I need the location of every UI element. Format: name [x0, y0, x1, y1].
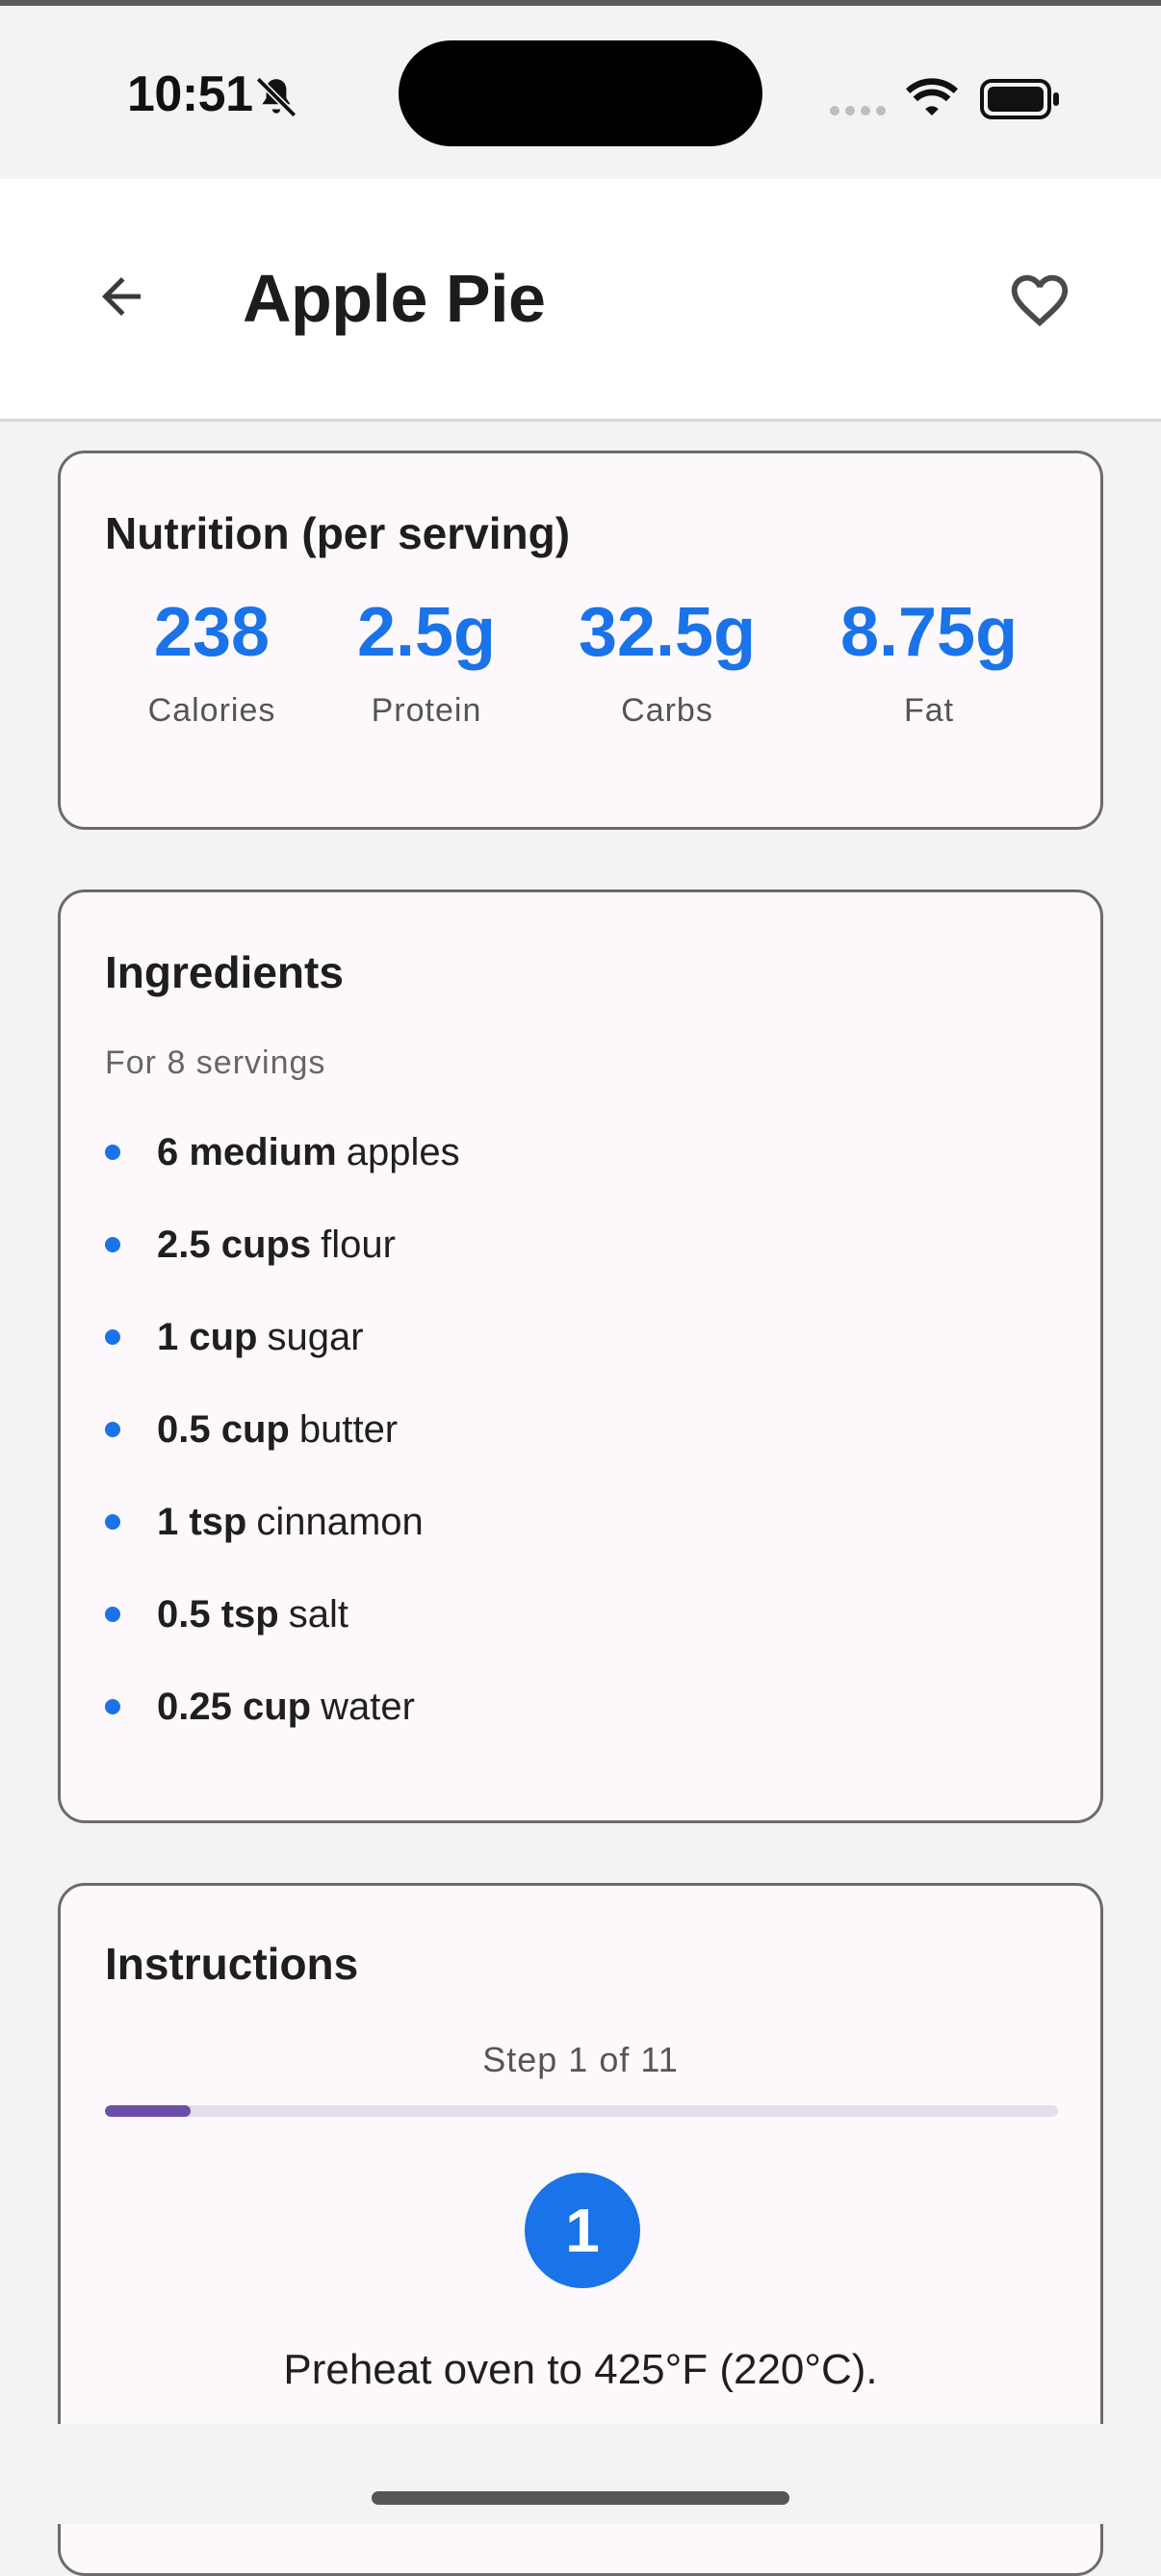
status-time: 10:51 [127, 66, 253, 122]
favorite-button[interactable] [1001, 262, 1078, 339]
bullet-icon [105, 1422, 120, 1437]
list-item: 1 cup sugar [105, 1316, 460, 1408]
bullet-icon [105, 1237, 120, 1252]
list-item: 0.5 tsp salt [105, 1593, 460, 1686]
ingredient-quantity: 0.5 tsp [157, 1593, 279, 1636]
ingredient-name: cinnamon [256, 1501, 424, 1543]
wifi-icon [906, 78, 958, 116]
ingredient-quantity: 0.5 cup [157, 1408, 290, 1451]
nutrition-value: 2.5g [356, 594, 497, 671]
ingredient-quantity: 2.5 cups [157, 1224, 312, 1266]
nutrition-label: Calories [147, 692, 276, 729]
step-text: Preheat oven to 425°F (220°C). [283, 2346, 878, 2393]
nutrition-stats: 238 Calories 2.5g Protein 32.5g Carbs 8.… [61, 598, 1100, 752]
step-counter: Step 1 of 11 [482, 2040, 679, 2079]
bullet-icon [105, 1607, 120, 1622]
nutrition-value: 238 [153, 594, 271, 671]
heart-outline-icon [1011, 274, 1069, 327]
step-number-badge: 1 [525, 2173, 640, 2288]
bullet-icon [105, 1514, 120, 1530]
dynamic-island [399, 40, 762, 146]
step-progress-fill [105, 2105, 192, 2117]
ingredient-quantity: 1 cup [157, 1316, 258, 1358]
nutrition-label: Fat [903, 692, 955, 729]
ingredient-quantity: 1 tsp [157, 1501, 247, 1543]
ingredient-quantity: 6 medium [157, 1131, 337, 1173]
status-bar: 10:51 [0, 6, 1161, 179]
nutrition-value: 32.5g [578, 594, 757, 671]
bullet-icon [105, 1329, 120, 1345]
ingredient-name: apples [346, 1131, 460, 1173]
back-button[interactable] [87, 262, 156, 331]
app-bar: Apple Pie [0, 179, 1161, 422]
ingredients-card: Ingredients For 8 servings 6 medium appl… [58, 889, 1103, 1823]
ingredient-quantity: 0.25 cup [157, 1686, 312, 1728]
instructions-title: Instructions [105, 1939, 359, 1989]
bullet-icon [105, 1699, 120, 1714]
nutrition-item-protein: 2.5g Protein [357, 598, 496, 730]
nutrition-item-calories: 238 Calories [148, 598, 276, 730]
ingredient-name: salt [288, 1593, 348, 1636]
page-title: Apple Pie [243, 261, 546, 336]
list-item: 0.25 cup water [105, 1686, 460, 1778]
nutrition-card: Nutrition (per serving) 238 Calories 2.5… [58, 451, 1103, 830]
nutrition-item-carbs: 32.5g Carbs [579, 598, 756, 730]
ingredient-name: flour [321, 1224, 396, 1266]
step-progress-bar [105, 2105, 1058, 2117]
list-item: 2.5 cups flour [105, 1224, 460, 1316]
servings-label: For 8 servings [105, 1044, 326, 1081]
bullet-icon [105, 1145, 120, 1160]
signal-icon [830, 106, 886, 116]
bell-off-icon [255, 76, 297, 118]
home-indicator[interactable] [372, 2491, 789, 2505]
ingredient-list: 6 medium apples 2.5 cups flour 1 cup sug… [105, 1131, 460, 1778]
ingredient-name: water [321, 1686, 415, 1728]
ingredient-name: sugar [267, 1316, 364, 1358]
nutrition-label: Protein [371, 692, 482, 729]
ingredient-name: butter [298, 1408, 399, 1451]
ingredients-title: Ingredients [105, 947, 344, 997]
battery-icon [980, 79, 1059, 119]
bottom-safe-area [0, 2424, 1161, 2524]
list-item: 6 medium apples [105, 1131, 460, 1224]
list-item: 0.5 cup butter [105, 1408, 460, 1501]
nutrition-value: 8.75g [839, 594, 1019, 671]
list-item: 1 tsp cinnamon [105, 1501, 460, 1593]
nutrition-title: Nutrition (per serving) [105, 508, 571, 558]
nutrition-label: Carbs [621, 692, 713, 729]
arrow-left-icon [102, 277, 141, 316]
nutrition-item-fat: 8.75g Fat [840, 598, 1018, 730]
